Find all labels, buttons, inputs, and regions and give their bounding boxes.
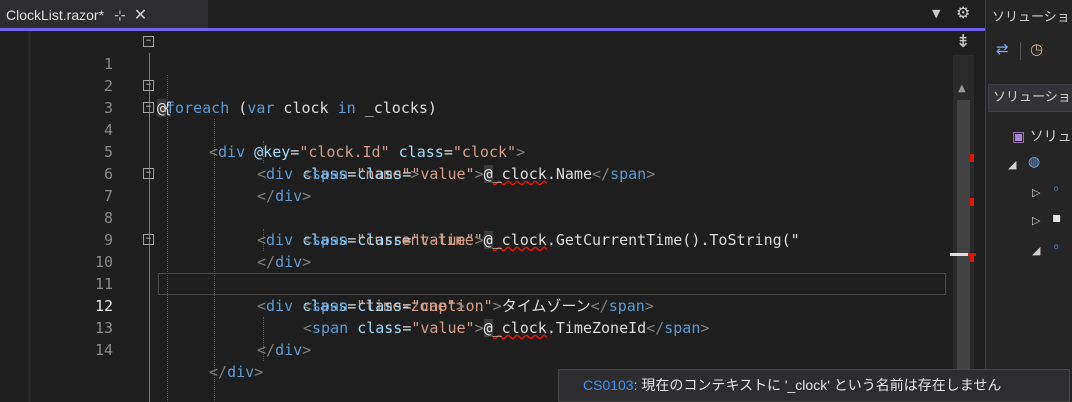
history-icon[interactable]: ◷	[1030, 40, 1043, 58]
code-line[interactable]: 10 − <div class="time-zone">	[0, 229, 948, 315]
error-marker[interactable]	[970, 198, 974, 206]
code-text: </div>	[257, 341, 312, 359]
tree-item-icon[interactable]: ◦	[1052, 182, 1060, 198]
solution-explorer-panel: ソリューション ⇄ ◷ ソリューション ▣ ソリュ ◢ ◍ ▷ ◦ ▷ ▪ ◢ …	[985, 0, 1072, 402]
fold-toggle-icon[interactable]: −	[143, 102, 154, 113]
close-icon[interactable]: ✕	[134, 5, 147, 25]
error-tooltip: CS0103: 現在のコンテキストに '_clock' という名前は存在しません	[558, 369, 1070, 402]
code-line[interactable]: 3 − <div @key="clock.Id" class="clock">	[0, 75, 948, 161]
code-line[interactable]: 2 {	[0, 53, 948, 117]
web-project-icon[interactable]: ◍	[1028, 154, 1040, 170]
fold-toggle-icon[interactable]: −	[143, 36, 154, 47]
error-marker	[968, 253, 976, 256]
code-line[interactable]: 6 </div>	[0, 141, 948, 205]
document-tab-strip: ClockList.razor* ⊹ ✕ ▼ ⚙	[0, 0, 985, 31]
code-line-current[interactable]: 12 <span class="value">@_clock.TimeZoneI…	[0, 273, 948, 337]
gear-icon[interactable]: ⚙	[956, 3, 970, 22]
collapse-arrow-icon[interactable]: ▷	[1032, 214, 1040, 227]
solution-node[interactable]: ▣ ソリュ	[1012, 126, 1072, 146]
solution-icon: ▣	[1012, 129, 1026, 145]
pin-icon[interactable]: ⊹	[114, 7, 126, 24]
code-editor[interactable]: 1 − @foreach (var clock in _clocks) 2 { …	[0, 31, 985, 402]
toolbar-separator	[1020, 42, 1021, 60]
code-text: </div>	[209, 363, 264, 381]
solution-label: ソリュ	[1029, 129, 1072, 145]
tab-clocklist-razor[interactable]: ClockList.razor* ⊹ ✕	[0, 0, 208, 30]
sync-icon[interactable]: ⇄	[996, 40, 1009, 58]
tree-item-icon[interactable]: ▪	[1052, 210, 1062, 226]
error-code-link[interactable]: CS0103	[583, 377, 634, 393]
scrollbar-thumb[interactable]	[957, 100, 970, 375]
code-line[interactable]: 7 − <div class="current-time">	[0, 163, 948, 249]
code-line[interactable]: 11 <span class="caption">タイムゾーン</span>	[0, 251, 948, 315]
panel-title: ソリューション	[992, 10, 1072, 25]
fold-toggle-icon[interactable]: −	[143, 80, 154, 91]
dropdown-icon[interactable]: ▼	[932, 7, 940, 20]
error-marker[interactable]	[970, 154, 974, 162]
search-input[interactable]: ソリューション	[988, 84, 1072, 112]
line-number: 14	[94, 341, 113, 359]
tree-item-icon[interactable]: ◦	[1052, 240, 1060, 256]
expand-arrow-icon[interactable]: ◢	[1008, 158, 1016, 171]
code-line[interactable]: 13 </div>	[0, 295, 948, 359]
expand-arrow-icon[interactable]: ◢	[1032, 244, 1040, 257]
code-line[interactable]: 1 − @foreach (var clock in _clocks)	[0, 31, 948, 117]
tab-title: ClockList.razor*	[6, 7, 105, 23]
code-line[interactable]: 9 </div>	[0, 207, 948, 271]
fold-toggle-icon[interactable]: −	[143, 234, 154, 245]
code-line[interactable]: 5 <span class="value">@_clock.Name</span…	[0, 119, 948, 183]
fold-toggle-icon[interactable]: −	[143, 168, 154, 179]
collapse-arrow-icon[interactable]: ▷	[1032, 186, 1040, 199]
code-line[interactable]: 8 <span class="value">@_clock.GetCurrent…	[0, 185, 948, 249]
code-line[interactable]: 4 − <div class="name">	[0, 97, 948, 183]
scroll-up-arrow-icon[interactable]: ▲	[958, 83, 966, 94]
code-line[interactable]: 14 </div>	[0, 317, 948, 381]
split-window-icon[interactable]: ⇟	[951, 31, 975, 53]
error-message: : 現在のコンテキストに '_clock' という名前は存在しません	[633, 377, 1002, 393]
